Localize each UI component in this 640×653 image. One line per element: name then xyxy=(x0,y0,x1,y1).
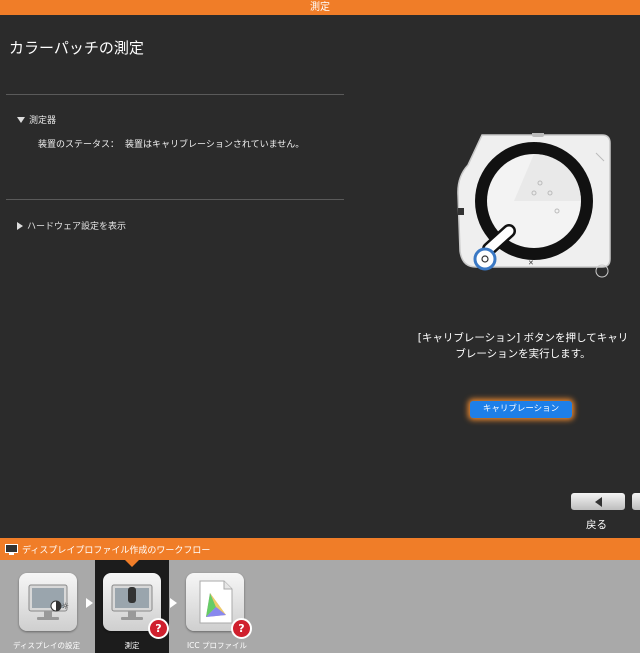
divider xyxy=(6,199,344,200)
back-arrow-icon xyxy=(594,496,602,507)
svg-text:✕: ✕ xyxy=(528,259,534,267)
step-arrow-icon xyxy=(170,598,177,608)
device-section-header: 測定器 xyxy=(29,116,57,126)
next-button[interactable] xyxy=(632,493,640,510)
chevron-right-icon xyxy=(17,221,23,230)
monitor-icon xyxy=(5,543,18,555)
status-badge: ? xyxy=(148,618,169,639)
active-step-indicator xyxy=(125,560,139,567)
step-label-display-settings: ディスプレイの設定 xyxy=(13,641,80,650)
instruction-line-1: [キャリブレーション] ボタンを押してキャリ xyxy=(417,332,629,344)
workflow-step-display-settings[interactable]: ☼ ディスプレイの設定 xyxy=(0,560,93,653)
workflow-title: ディスプレイプロファイル作成のワークフロー xyxy=(22,545,211,556)
window-title: 測定 xyxy=(310,2,330,13)
workflow-step-icc-profile[interactable]: ? ICC プロファイル xyxy=(180,560,254,653)
colorimeter-device-illustration: ☼ ✕ xyxy=(457,133,611,278)
back-button-label: 戻る xyxy=(586,519,607,531)
back-button[interactable] xyxy=(571,493,625,510)
workflow-step-measurement[interactable]: ? 測定 xyxy=(95,560,169,653)
hardware-section-toggle[interactable]: ハードウェア設定を表示 xyxy=(17,219,126,232)
calibration-button[interactable]: キャリブレーション xyxy=(470,401,572,418)
device-status-label: 装置のステータス： xyxy=(38,140,120,150)
step-label-measurement: 測定 xyxy=(124,641,140,650)
instruction-line-2: ブレーションを実行します。 xyxy=(455,348,591,360)
workflow-header: ディスプレイプロファイル作成のワークフロー xyxy=(0,538,640,560)
device-section-toggle[interactable]: 測定器 xyxy=(17,113,56,126)
step-label-icc-profile: ICC プロファイル xyxy=(186,641,248,650)
svg-text:☼: ☼ xyxy=(61,602,69,612)
page-title: カラーパッチの測定 xyxy=(9,39,144,57)
display-settings-icon: ☼ xyxy=(19,573,77,631)
status-badge: ? xyxy=(231,618,252,639)
calibration-instruction: [キャリブレーション] ボタンを押してキャリ ブレーションを実行します。 xyxy=(408,330,638,362)
window-title-bar: 測定 xyxy=(0,0,640,15)
divider xyxy=(6,94,344,95)
main-panel: カラーパッチの測定 測定器 装置のステータス： 装置はキャリブレーションされていま… xyxy=(0,15,640,538)
step-arrow-icon xyxy=(86,598,93,608)
workflow-steps: ☼ ディスプレイの設定 ? 測定 ? ICC プロファイル xyxy=(0,560,640,653)
device-status-value: 装置はキャリブレーションされていません。 xyxy=(125,140,305,150)
hardware-section-header: ハードウェア設定を表示 xyxy=(27,222,127,232)
device-status: 装置のステータス： 装置はキャリブレーションされていません。 xyxy=(38,137,310,150)
chevron-down-icon xyxy=(17,116,25,123)
